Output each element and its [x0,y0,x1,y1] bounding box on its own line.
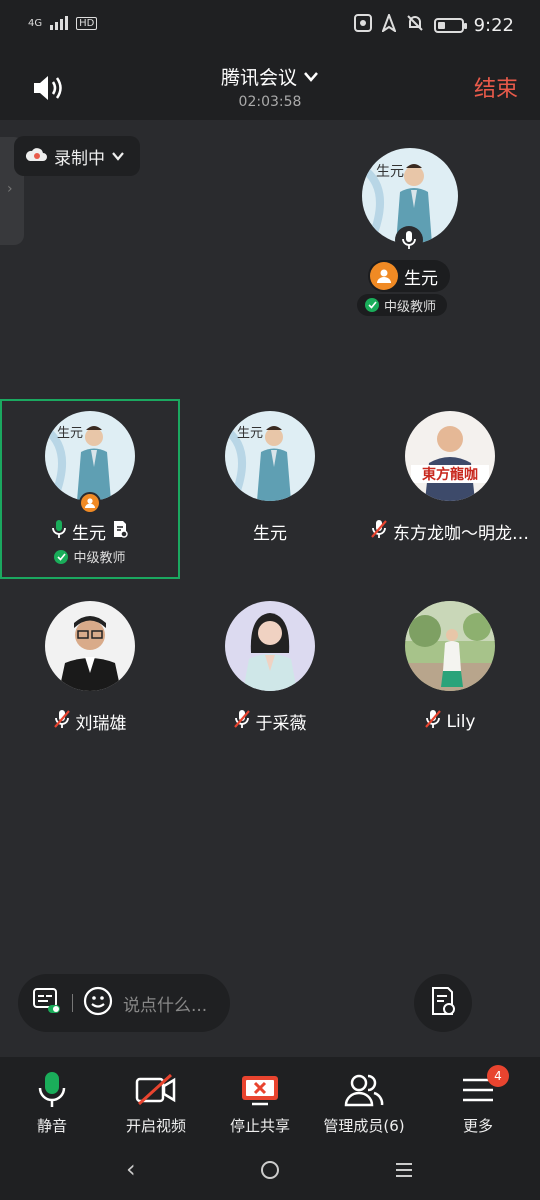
end-meeting-button[interactable]: 结束 [474,71,518,103]
bottom-toolbar: 静音 开启视频 停止共享 管理成员(6) 4 更多 ‹ [0,1057,540,1200]
svg-text:東方龍咖: 東方龍咖 [422,466,478,483]
transcript-button[interactable] [414,974,472,1032]
participant-name: 生元 [72,524,106,544]
chevron-down-icon [303,66,319,88]
menu-icon: 4 [461,1065,509,1109]
participant-name-row: 东方龙咖～明龙… [360,519,540,544]
mute-label: 静音 [36,1117,67,1135]
members-icon [343,1071,385,1109]
more-badge: 4 [487,1065,509,1087]
participant-avatar: 生元 [45,411,135,501]
system-nav-bar: ‹ [0,1149,540,1189]
participant-tile[interactable]: 東方龍咖东方龙咖～明龙… [360,399,540,579]
svg-text:生元: 生元 [376,164,404,180]
microphone-on-icon [52,519,66,544]
participant-tile[interactable]: Lily [360,589,540,769]
clock: 9:22 [473,15,514,36]
participant-name-row: 于采薇 [180,709,360,734]
screenshot-icon [353,14,372,37]
meeting-title[interactable]: 腾讯会议 [221,63,319,90]
microphone-muted-icon [53,709,70,734]
participant-avatar [225,601,315,691]
recording-indicator[interactable]: 录制中 [14,136,140,176]
verified-check-icon [54,549,69,564]
stop-share-label: 停止共享 [229,1117,290,1135]
battery-icon [433,18,467,33]
chat-placeholder[interactable]: 说点什么... [123,991,207,1016]
home-icon[interactable] [261,1161,279,1179]
subtitle-toggle-icon[interactable] [32,987,62,1019]
manage-members-label: 管理成员(6) [323,1117,405,1135]
start-video-label: 开启视频 [125,1117,186,1135]
participant-tag: 中级教师 [2,547,178,566]
transcript-icon [430,986,456,1020]
sharing-doc-icon [112,520,128,543]
status-bar: 4G HD 9:22 [0,0,540,55]
participant-tile[interactable]: 生元 生元 [180,399,360,579]
featured-tag: 中级教师 [357,294,448,316]
network-label: 4G [28,17,43,29]
manage-members-button[interactable]: 管理成员(6) [310,1071,418,1136]
microphone-muted-icon [424,709,441,734]
featured-tag-text: 中级教师 [384,299,437,315]
microphone-on-icon [395,226,423,254]
stop-share-icon [240,1071,280,1109]
svg-text:生元: 生元 [237,426,263,441]
participant-name: Lily [446,711,476,732]
participant-name-row: 刘瑞雄 [0,709,180,734]
chat-input-bar[interactable]: 说点什么... [18,974,230,1032]
participant-name: 于采薇 [255,714,307,734]
signal-icon [50,16,69,30]
participant-tile[interactable]: 生元 生元 中级教师 [0,399,180,579]
start-video-button[interactable]: 开启视频 [102,1071,210,1136]
back-icon[interactable]: ‹ [126,1155,136,1183]
mute-button[interactable]: 静音 [0,1071,106,1136]
cloud-icon [24,146,48,167]
recents-icon[interactable] [396,1163,412,1177]
meeting-header: 腾讯会议 02:03:58 结束 [0,55,540,120]
video-off-icon [135,1071,177,1109]
participant-avatar [405,601,495,691]
more-label: 更多 [462,1117,493,1135]
participant-tile[interactable]: 于采薇 [180,589,360,769]
participant-tag-text: 中级教师 [73,551,126,566]
participant-name: 生元 [253,524,287,544]
featured-name: 生元 [404,268,438,289]
participant-name-row: 生元 [2,519,178,544]
participant-avatar [45,601,135,691]
host-icon [79,492,101,514]
participant-name-row: Lily [360,709,540,734]
more-button[interactable]: 4 更多 [424,1065,532,1136]
recording-label: 录制中 [54,148,105,169]
microphone-muted-icon [233,709,250,734]
hd-label: HD [76,16,98,30]
participant-tile[interactable]: 刘瑞雄 [0,589,180,769]
divider [72,994,73,1012]
chevron-down-icon [111,146,125,166]
host-icon [370,262,398,290]
participant-name: 东方龙咖～明龙… [393,524,529,544]
mute-bell-icon [406,14,424,37]
participant-name: 刘瑞雄 [75,714,127,734]
meeting-title-text: 腾讯会议 [220,67,297,89]
location-icon [380,12,397,37]
participant-avatar: 生元 [225,411,315,501]
chevron-right-icon: › [7,181,13,197]
participant-avatar: 東方龍咖 [405,411,495,501]
microphone-icon [37,1071,67,1109]
featured-name-pill: 生元 [368,260,450,292]
emoji-icon[interactable] [83,986,113,1020]
participant-name-row: 生元 [180,519,360,544]
stop-share-button[interactable]: 停止共享 [206,1071,314,1136]
meeting-timer: 02:03:58 [238,94,302,110]
verified-check-icon [365,298,379,312]
svg-text:生元: 生元 [57,426,83,441]
microphone-muted-icon [371,519,387,544]
